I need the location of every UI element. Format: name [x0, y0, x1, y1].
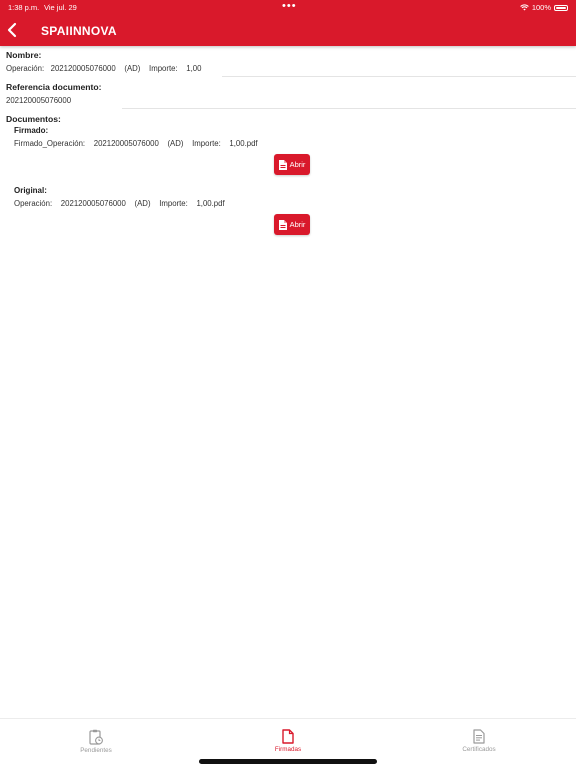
tab-label: Pendientes [80, 747, 112, 754]
firmado-filename: Firmado_Operación: 202120005076000 (AD) … [14, 139, 258, 148]
tab-label: Certificados [462, 746, 496, 753]
open-button-label: Abrir [289, 220, 306, 229]
original-filename: Operación: 202120005076000 (AD) Importe:… [14, 199, 225, 208]
certificate-icon [473, 729, 485, 744]
tab-label: Firmadas [274, 746, 302, 753]
tab-firmadas[interactable]: Firmadas [248, 729, 328, 753]
open-button-label: Abrir [289, 160, 306, 169]
status-time: 1:38 p.m. [8, 3, 40, 12]
document-icon [282, 729, 294, 744]
app-header: 1:38 p.m. Vie jul. 29 ••• 100% SPAIINNOV… [0, 0, 576, 46]
referencia-label: Referencia documento: [6, 82, 102, 92]
home-indicator[interactable] [199, 759, 377, 764]
page-title: SPAIINNOVA [41, 24, 117, 38]
battery-percentage: 100% [531, 3, 551, 12]
chevron-left-icon [7, 22, 17, 38]
nombre-value: Operación: 202120005076000 (AD) Importe:… [6, 64, 202, 73]
open-original-button[interactable]: Abrir [274, 214, 310, 235]
tab-certificados[interactable]: Certificados [439, 729, 519, 753]
referencia-value: 202120005076000 [6, 96, 72, 105]
multitasking-dots[interactable]: ••• [282, 0, 297, 12]
back-button[interactable] [4, 20, 22, 40]
tab-pendientes[interactable]: Pendientes [56, 729, 136, 754]
documentos-label: Documentos: [6, 114, 61, 124]
open-firmado-button[interactable]: Abrir [274, 154, 310, 175]
battery-icon [554, 4, 568, 11]
status-date: Vie jul. 29 [44, 3, 77, 12]
status-right: 100% [520, 3, 568, 12]
original-label: Original: [14, 186, 47, 195]
firmado-label: Firmado: [14, 126, 49, 135]
divider [122, 108, 576, 109]
clipboard-clock-icon [89, 729, 103, 745]
pdf-file-icon [278, 219, 287, 230]
pdf-file-icon [278, 159, 287, 170]
nombre-label: Nombre: [6, 50, 42, 60]
wifi-icon [520, 4, 529, 11]
divider [222, 76, 576, 77]
